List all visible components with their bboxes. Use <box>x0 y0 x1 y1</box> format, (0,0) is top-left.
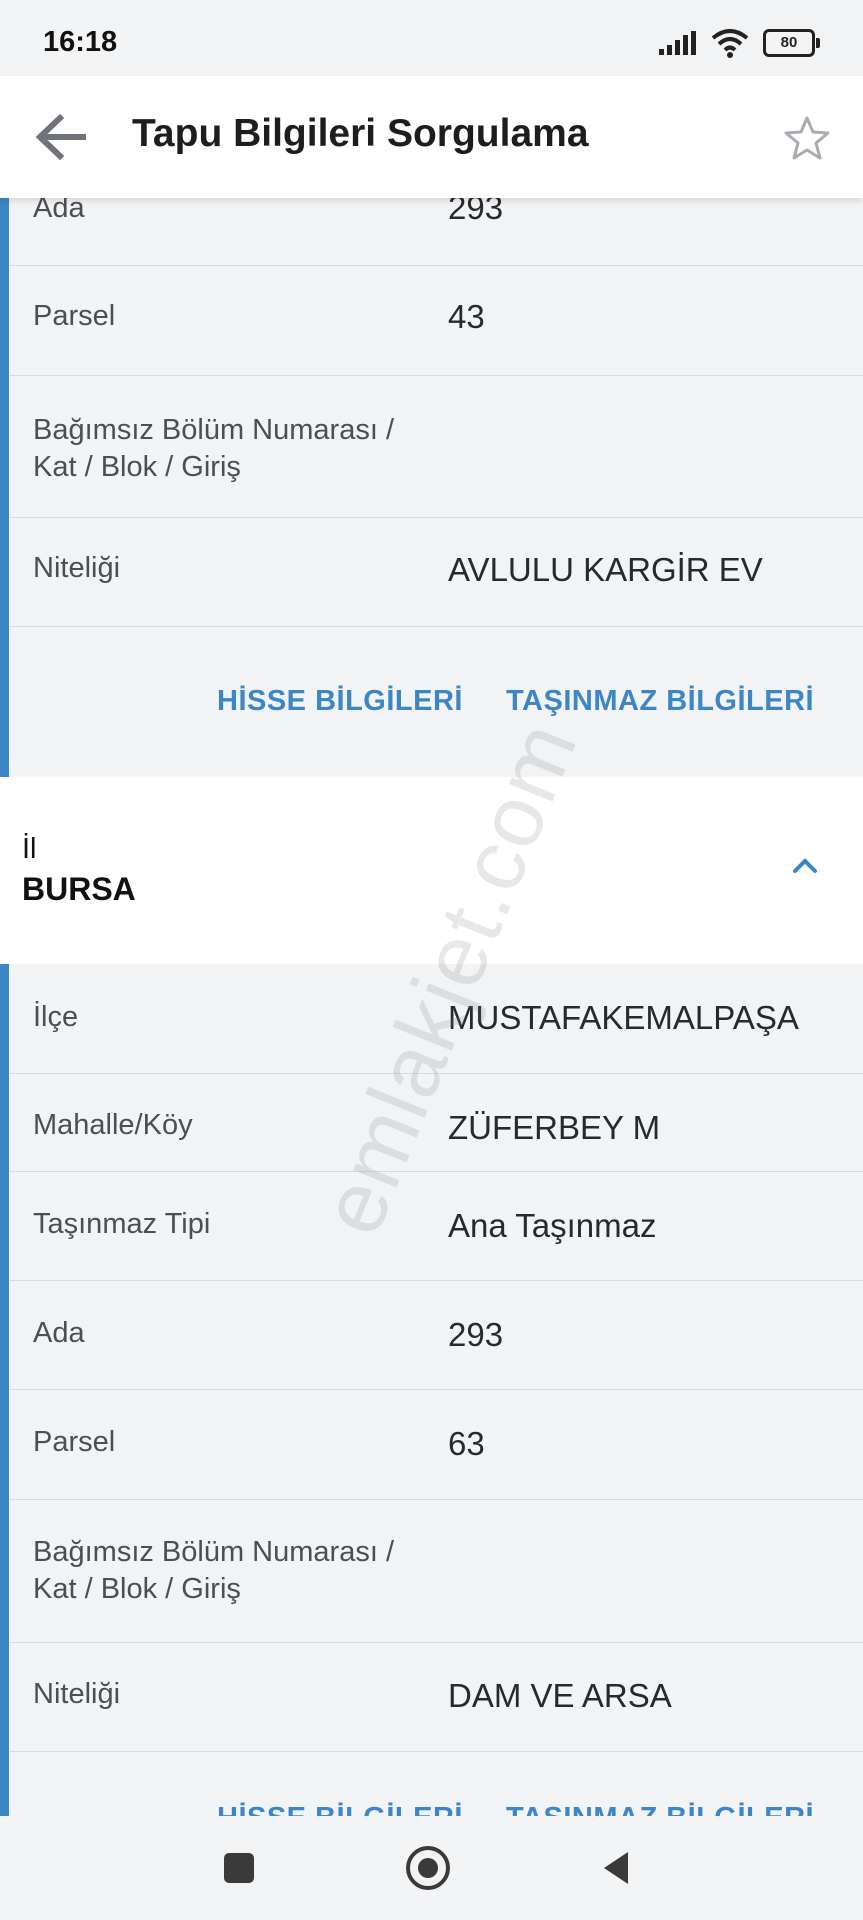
row-tasinmaz-tipi: Taşınmaz Tipi Ana Taşınmaz <box>10 1172 863 1281</box>
back-triangle-icon[interactable] <box>594 1844 642 1892</box>
row-label: Bağımsız Bölüm Numarası / Kat / Blok / G… <box>33 414 394 483</box>
row-niteligi: Niteliği AVLULU KARGİR EV <box>10 518 863 627</box>
recents-square-icon[interactable] <box>215 1844 263 1892</box>
group-header-il[interactable]: İl BURSA <box>0 777 863 964</box>
back-arrow-icon[interactable] <box>34 112 88 162</box>
card-accent-bar <box>0 160 9 777</box>
property-card-1: Ada 293 Parsel 43 Bağımsız Bölüm Numaras… <box>0 160 863 777</box>
row-bagimsiz-bolum: Bağımsız Bölüm Numarası / Kat / Blok / G… <box>10 1500 863 1643</box>
card-accent-bar <box>0 964 9 1816</box>
battery-icon: 80 <box>763 29 820 57</box>
row-value: Ana Taşınmaz <box>448 1207 657 1244</box>
row-label: Mahalle/Köy <box>33 1109 193 1141</box>
row-value: 293 <box>448 1316 504 1353</box>
row-value: 43 <box>448 298 485 335</box>
row-label: Parsel <box>33 300 116 332</box>
row-label: Niteliği <box>33 1678 121 1710</box>
status-bar: 16:18 80 <box>0 0 863 76</box>
group-value: BURSA <box>22 871 136 907</box>
row-bagimsiz-bolum: Bağımsız Bölüm Numarası / Kat / Blok / G… <box>10 376 863 518</box>
home-circle-icon[interactable] <box>404 1844 452 1892</box>
favorite-star-icon[interactable] <box>783 114 831 162</box>
row-parsel: Parsel 63 <box>10 1390 863 1500</box>
page-title: Tapu Bilgileri Sorgulama <box>132 112 589 155</box>
group-label: İl <box>22 833 37 865</box>
row-value: 63 <box>448 1425 485 1462</box>
hisse-bilgileri-button[interactable]: HİSSE BİLGİLERİ <box>217 685 463 718</box>
status-icons: 80 <box>659 28 820 58</box>
row-value: MUSTAFAKEMALPAŞA <box>448 999 799 1036</box>
row-label: Taşınmaz Tipi <box>33 1208 211 1240</box>
row-label: Parsel <box>33 1426 116 1458</box>
row-label: İlçe <box>33 1001 79 1033</box>
status-time: 16:18 <box>43 26 118 58</box>
row-parsel: Parsel 43 <box>10 266 863 376</box>
battery-level: 80 <box>780 34 798 51</box>
tasinmaz-bilgileri-button[interactable]: TAŞINMAZ BİLGİLERİ <box>506 685 814 718</box>
screen: 16:18 80 Tapu Bilgileri Sorgulama Ada 29… <box>0 0 863 1920</box>
wifi-icon <box>711 29 749 58</box>
chevron-up-icon[interactable] <box>787 847 823 883</box>
property-card-2: İlçe MUSTAFAKEMALPAŞA Mahalle/Köy ZÜFERB… <box>0 964 863 1834</box>
system-nav-bar <box>0 1816 863 1920</box>
row-label: Ada <box>33 1317 85 1349</box>
row-value: ZÜFERBEY M <box>448 1109 661 1146</box>
row-value: DAM VE ARSA <box>448 1677 672 1714</box>
row-label: Bağımsız Bölüm Numarası / Kat / Blok / G… <box>33 1536 394 1605</box>
signal-icon <box>659 31 696 55</box>
row-ada: Ada 293 <box>10 1281 863 1390</box>
row-value: AVLULU KARGİR EV <box>448 551 763 588</box>
app-bar: Tapu Bilgileri Sorgulama <box>0 76 863 198</box>
row-ilce: İlçe MUSTAFAKEMALPAŞA <box>10 964 863 1074</box>
row-niteligi: Niteliği DAM VE ARSA <box>10 1643 863 1752</box>
row-label: Niteliği <box>33 552 121 584</box>
row-mahalle-koy: Mahalle/Köy ZÜFERBEY M <box>10 1074 863 1172</box>
